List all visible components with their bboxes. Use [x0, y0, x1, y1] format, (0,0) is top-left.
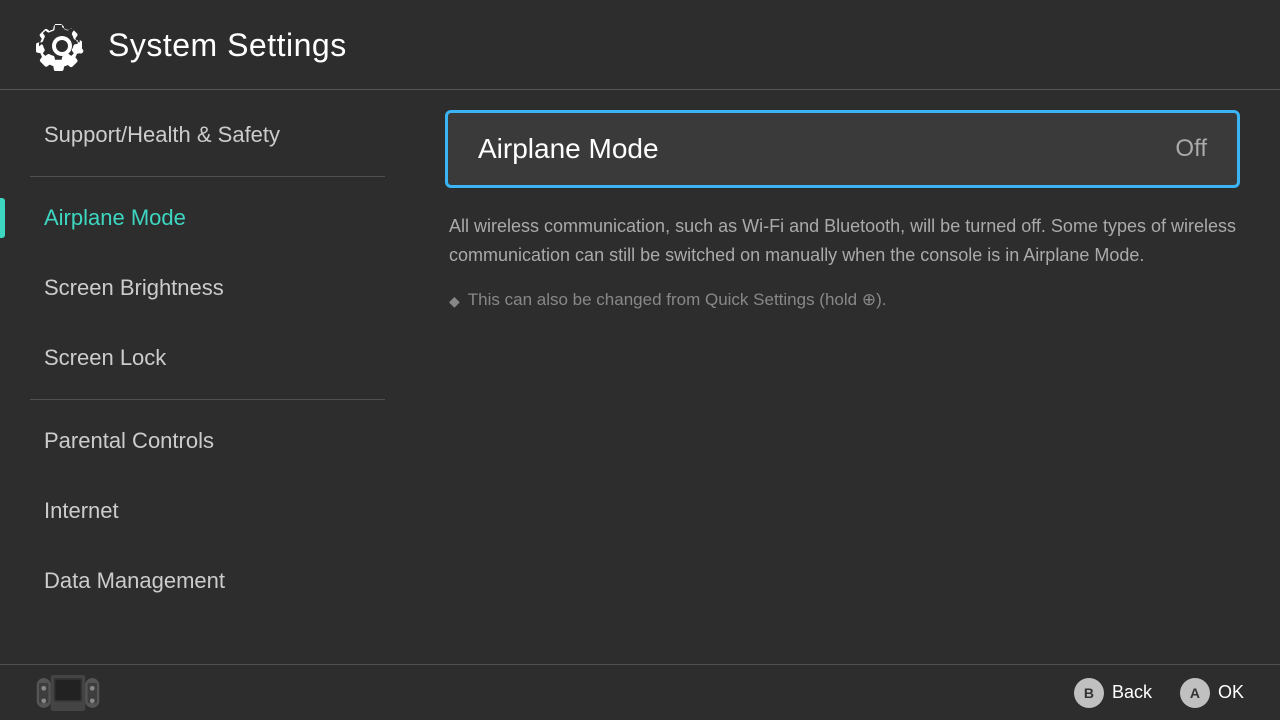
console-icon: [36, 675, 100, 711]
main-layout: Support/Health & Safety Airplane Mode Sc…: [0, 90, 1280, 664]
content-panel: Airplane Mode Off All wireless communica…: [415, 90, 1280, 664]
description-text: All wireless communication, such as Wi-F…: [445, 212, 1240, 270]
sidebar-item-label: Parental Controls: [44, 428, 214, 454]
sidebar-item-internet[interactable]: Internet: [0, 476, 415, 546]
selected-item-box[interactable]: Airplane Mode Off: [445, 110, 1240, 188]
selected-item-value: Off: [1175, 135, 1207, 163]
page-title: System Settings: [108, 27, 347, 64]
sidebar-item-data-management[interactable]: Data Management: [0, 546, 415, 616]
hint-container: ◆ This can also be changed from Quick Se…: [445, 290, 1240, 310]
header: System Settings: [0, 0, 1280, 90]
back-button[interactable]: B Back: [1074, 678, 1152, 708]
sidebar-item-airplane-mode[interactable]: Airplane Mode: [0, 183, 415, 253]
ok-button[interactable]: A OK: [1180, 678, 1244, 708]
footer: B Back A OK: [0, 664, 1280, 720]
gear-icon: [36, 20, 88, 72]
back-label: Back: [1112, 682, 1152, 703]
sidebar-item-label: Airplane Mode: [44, 205, 186, 231]
sidebar-item-label: Screen Lock: [44, 345, 166, 371]
sidebar-item-parental-controls[interactable]: Parental Controls: [0, 406, 415, 476]
hint-diamond-icon: ◆: [449, 293, 460, 310]
sidebar-item-label: Data Management: [44, 568, 225, 594]
sidebar-item-label: Internet: [44, 498, 119, 524]
ok-label: OK: [1218, 682, 1244, 703]
sidebar-item-screen-brightness[interactable]: Screen Brightness: [0, 253, 415, 323]
sidebar-item-label: Support/Health & Safety: [44, 122, 280, 148]
sidebar: Support/Health & Safety Airplane Mode Sc…: [0, 90, 415, 664]
footer-console-icon-area: [36, 675, 100, 711]
selected-item-label: Airplane Mode: [478, 133, 659, 165]
footer-buttons: B Back A OK: [1074, 678, 1244, 708]
b-button-icon: B: [1074, 678, 1104, 708]
sidebar-divider-1: [30, 176, 385, 177]
sidebar-item-support-health-safety[interactable]: Support/Health & Safety: [0, 100, 415, 170]
sidebar-item-label: Screen Brightness: [44, 275, 224, 301]
a-button-icon: A: [1180, 678, 1210, 708]
sidebar-divider-2: [30, 399, 385, 400]
hint-text: This can also be changed from Quick Sett…: [468, 290, 887, 310]
sidebar-item-screen-lock[interactable]: Screen Lock: [0, 323, 415, 393]
